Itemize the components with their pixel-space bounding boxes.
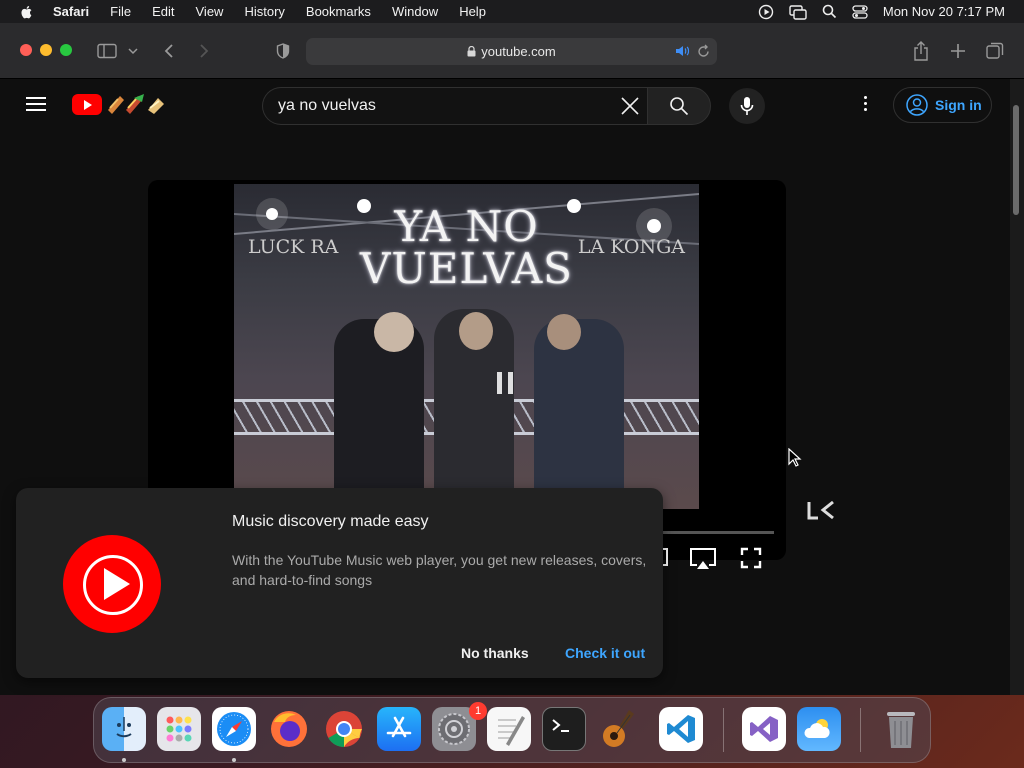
audio-playing-icon[interactable] bbox=[675, 44, 691, 58]
safari-window: youtube.com ya no vuelvas Sign in YA NO … bbox=[0, 23, 1024, 695]
search-icon bbox=[670, 97, 689, 116]
screen-mirroring-icon[interactable] bbox=[789, 4, 807, 20]
app-store-icon[interactable] bbox=[377, 707, 421, 751]
safari-icon[interactable] bbox=[212, 707, 256, 751]
garageband-icon[interactable] bbox=[597, 707, 641, 751]
launchpad-icon[interactable] bbox=[157, 707, 201, 751]
now-playing-icon[interactable] bbox=[758, 4, 774, 20]
menu-clock[interactable]: Mon Nov 20 7:17 PM bbox=[883, 4, 1005, 19]
microphone-icon bbox=[740, 97, 754, 115]
trash-icon[interactable] bbox=[879, 707, 923, 751]
performer-center-head bbox=[459, 312, 493, 350]
spotlight-search-icon[interactable] bbox=[822, 4, 837, 19]
sign-in-label: Sign in bbox=[935, 97, 982, 113]
lock-icon bbox=[467, 46, 476, 57]
account-icon bbox=[906, 94, 928, 116]
voice-search-button[interactable] bbox=[729, 88, 765, 124]
fullscreen-icon[interactable] bbox=[740, 547, 762, 569]
airplay-icon[interactable] bbox=[689, 547, 717, 571]
forward-button[interactable] bbox=[193, 40, 215, 62]
chrome-icon[interactable] bbox=[322, 707, 366, 751]
promo-description: With the YouTube Music web player, you g… bbox=[232, 552, 647, 588]
performer-left bbox=[334, 319, 424, 509]
mouse-cursor-icon bbox=[788, 448, 802, 467]
promo-title: Music discovery made easy bbox=[232, 513, 429, 530]
clear-search-icon[interactable] bbox=[619, 95, 641, 117]
close-window-button[interactable] bbox=[20, 44, 32, 56]
artist-right-label: LA KONGA bbox=[577, 236, 685, 258]
tab-groups-chevron-icon[interactable] bbox=[126, 40, 140, 62]
dock-separator bbox=[723, 708, 724, 752]
terminal-icon[interactable] bbox=[542, 707, 586, 751]
new-tab-icon[interactable] bbox=[947, 40, 969, 62]
finder-running-indicator bbox=[122, 758, 126, 762]
menu-app-name[interactable]: Safari bbox=[53, 4, 89, 19]
settings-kebab-icon[interactable] bbox=[862, 96, 868, 114]
menu-window[interactable]: Window bbox=[392, 4, 438, 19]
no-thanks-button[interactable]: No thanks bbox=[461, 645, 529, 661]
firefox-icon[interactable] bbox=[267, 707, 311, 751]
youtube-doodle-icon[interactable] bbox=[104, 92, 168, 116]
tab-overview-icon[interactable] bbox=[984, 40, 1006, 62]
youtube-music-logo-icon bbox=[63, 535, 161, 633]
textedit-icon[interactable] bbox=[487, 707, 531, 751]
url-text: youtube.com bbox=[481, 44, 556, 59]
search-button[interactable] bbox=[647, 87, 711, 125]
menu-help[interactable]: Help bbox=[459, 4, 486, 19]
page-scrollbar-thumb[interactable] bbox=[1013, 105, 1019, 215]
check-it-out-button[interactable]: Check it out bbox=[565, 645, 645, 661]
back-button[interactable] bbox=[158, 40, 180, 62]
finder-icon[interactable] bbox=[102, 707, 146, 751]
sidebar-toggle-icon[interactable] bbox=[96, 40, 118, 62]
performer-right bbox=[534, 319, 624, 509]
performer-right-head bbox=[547, 314, 581, 350]
address-bar[interactable]: youtube.com bbox=[306, 38, 717, 65]
performer-left-head bbox=[374, 312, 414, 352]
search-query-text: ya no vuelvas bbox=[278, 97, 376, 114]
search-input[interactable]: ya no vuelvas bbox=[262, 87, 647, 125]
menu-history[interactable]: History bbox=[244, 4, 284, 19]
artist-left-label: LUCK RA bbox=[248, 236, 339, 258]
vscode-icon[interactable] bbox=[659, 707, 703, 751]
menu-bar: Safari File Edit View History Bookmarks … bbox=[0, 0, 1024, 23]
hamburger-menu-icon[interactable] bbox=[26, 97, 46, 111]
weather-icon[interactable] bbox=[797, 707, 841, 751]
sign-in-button[interactable]: Sign in bbox=[893, 87, 992, 123]
film-edge-right bbox=[700, 184, 712, 509]
control-center-icon[interactable] bbox=[852, 4, 868, 19]
channel-watermark-icon[interactable] bbox=[806, 500, 836, 520]
menu-view[interactable]: View bbox=[196, 4, 224, 19]
dock-separator bbox=[860, 708, 861, 752]
youtube-logo[interactable] bbox=[72, 94, 102, 115]
video-thumbnail[interactable]: YA NO VUELVAS LUCK RA LA KONGA bbox=[234, 184, 699, 509]
safari-running-indicator bbox=[232, 758, 236, 762]
minimize-window-button[interactable] bbox=[40, 44, 52, 56]
privacy-shield-icon[interactable] bbox=[272, 40, 294, 62]
pause-icon[interactable] bbox=[495, 370, 515, 396]
menu-file[interactable]: File bbox=[110, 4, 131, 19]
reload-icon[interactable] bbox=[697, 44, 710, 58]
dock bbox=[93, 697, 931, 763]
zoom-window-button[interactable] bbox=[60, 44, 72, 56]
apple-icon[interactable] bbox=[19, 4, 35, 20]
menu-edit[interactable]: Edit bbox=[152, 4, 174, 19]
youtube-music-promo-dialog: Music discovery made easy With the YouTu… bbox=[16, 488, 663, 678]
visual-studio-icon[interactable] bbox=[742, 707, 786, 751]
share-icon[interactable] bbox=[910, 40, 932, 62]
menu-bookmarks[interactable]: Bookmarks bbox=[306, 4, 371, 19]
browser-toolbar: youtube.com bbox=[0, 23, 1024, 79]
settings-notification-badge: 1 bbox=[469, 702, 487, 720]
